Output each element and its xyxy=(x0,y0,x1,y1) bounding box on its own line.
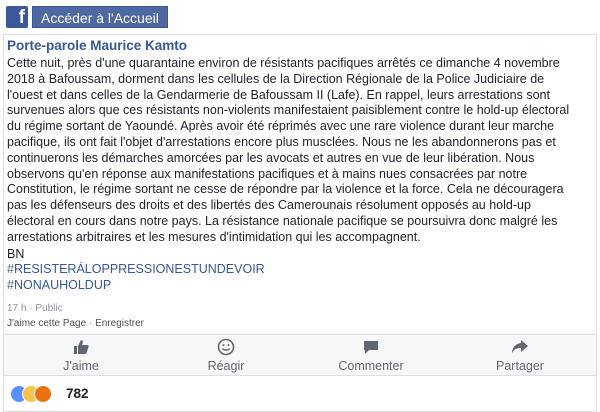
post-body: Cette nuit, près d'une quarantaine envir… xyxy=(7,56,595,246)
post-body-line: arrestations arbitraires et les mesures … xyxy=(7,229,421,244)
top-bar: f Accéder à l'Accueil xyxy=(0,0,600,33)
save-link[interactable]: Enregistrer xyxy=(95,318,144,329)
post-body-line: pas les défenseurs des droits et des lib… xyxy=(7,198,531,213)
react-button[interactable]: Réagir xyxy=(176,337,276,375)
post-timestamp[interactable]: 17 h · Public xyxy=(7,303,63,314)
post-body-line: 2018 à Bafoussam, dorment dans les cellu… xyxy=(7,71,545,86)
post-body-line: Cette nuit, près d'une quarantaine envir… xyxy=(7,56,560,70)
comment-button[interactable]: Commenter xyxy=(321,337,421,375)
share-arrow-icon xyxy=(470,338,570,358)
post-body-line: observons qu'en réponse aux manifestatio… xyxy=(7,166,528,181)
post-body-line: pacifique, ils ont fait l'objet d'arrest… xyxy=(7,134,556,149)
post-body-line: l'ouest et dans celles de la Gendarmerie… xyxy=(7,87,550,102)
comment-label: Commenter xyxy=(338,359,404,373)
like-label: J'aime xyxy=(63,359,99,373)
action-bar: J'aime Réagir Commenter Partager xyxy=(3,334,597,376)
comment-icon xyxy=(321,338,421,358)
reaction-count[interactable]: 782 xyxy=(66,386,89,401)
post-signature: BN xyxy=(7,247,25,261)
post-body-line: survenues alors que ces résistants non-v… xyxy=(7,103,570,118)
like-page-link[interactable]: J'aime cette Page xyxy=(7,318,86,329)
react-label: Réagir xyxy=(207,359,245,373)
smiley-icon xyxy=(176,338,276,358)
facebook-logo-icon[interactable]: f xyxy=(6,6,28,28)
home-button[interactable]: Accéder à l'Accueil xyxy=(32,6,168,28)
angry-reaction-icon xyxy=(34,385,52,403)
share-button[interactable]: Partager xyxy=(470,337,570,375)
thumbs-up-icon xyxy=(31,338,131,358)
post-card: Porte-parole Maurice Kamto Cette nuit, p… xyxy=(3,34,597,334)
reactions-bar[interactable]: 782 xyxy=(3,376,597,412)
share-label: Partager xyxy=(496,359,544,373)
post-body-line: électoral en cours dans notre pays. La r… xyxy=(7,213,558,228)
meta-separator: · xyxy=(86,318,96,329)
post-body-line: Constitution, le régime sortant ne cesse… xyxy=(7,182,564,197)
post-body-line: continuerons les démarches amorcées par … xyxy=(7,150,535,165)
like-button[interactable]: J'aime xyxy=(31,337,131,375)
post-body-line: du régime sortant de Yaoundé. Après avoi… xyxy=(7,119,555,134)
post-author[interactable]: Porte-parole Maurice Kamto xyxy=(7,38,187,53)
post-meta-links: J'aime cette Page · Enregistrer xyxy=(7,318,144,329)
hashtag-link[interactable]: #NONAUHOLDUP xyxy=(7,278,111,292)
hashtag-link[interactable]: #RESISTERÁLOPPRESSIONESTUNDEVOIR xyxy=(7,262,265,276)
